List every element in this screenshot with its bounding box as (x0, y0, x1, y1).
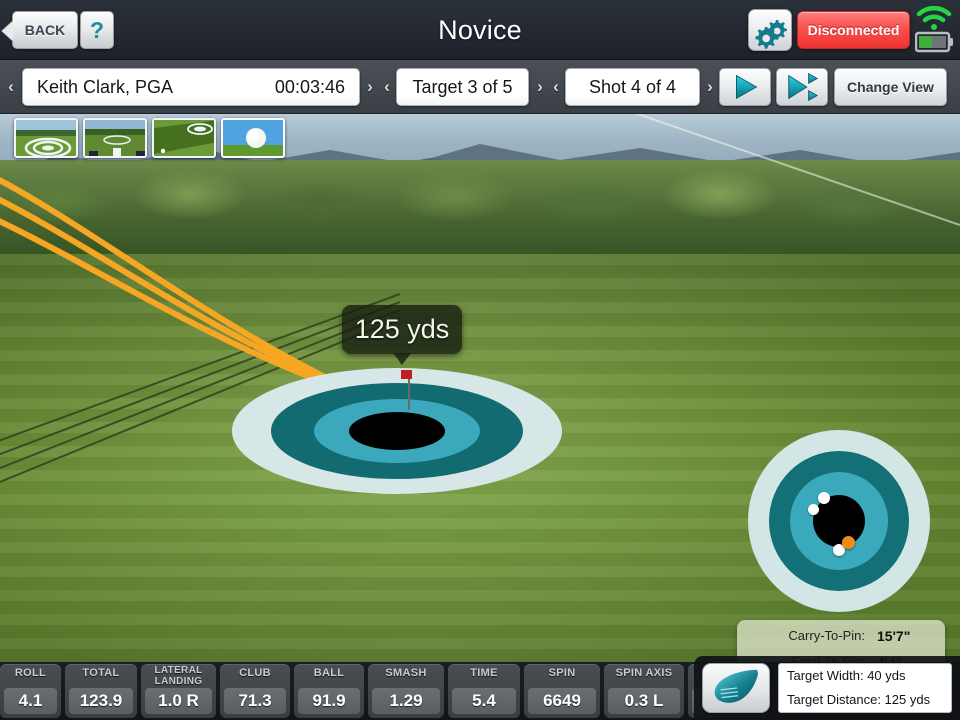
stat-club[interactable]: CLUB 71.3 (220, 664, 290, 718)
stat-value: 123.9 (69, 688, 133, 714)
question-mark-icon: ? (89, 17, 105, 43)
shot-dot (808, 504, 819, 515)
stat-label: LATERAL LANDING (154, 665, 203, 687)
stat-label: TOTAL (82, 667, 120, 679)
stat-time[interactable]: TIME 5.4 (448, 664, 520, 718)
stat-label: TIME (470, 667, 498, 679)
stat-value: 1.29 (372, 688, 440, 714)
shot-prev-chevron[interactable]: ‹ (549, 60, 563, 114)
current-shot-dot (842, 536, 855, 549)
player-next-chevron[interactable]: › (363, 60, 377, 114)
target-counter-field[interactable]: Target 3 of 5 (396, 68, 529, 106)
stat-spin[interactable]: SPIN 6649 (524, 664, 600, 718)
target-width-label: Target Width: 40 yds (787, 668, 906, 683)
shot-dot (818, 492, 830, 504)
stat-value: 1.0 R (145, 688, 212, 714)
change-view-label: Change View (847, 79, 934, 95)
golf-club-icon (714, 669, 759, 703)
play-button[interactable] (719, 68, 771, 106)
help-button[interactable]: ? (80, 11, 114, 49)
stat-label: SMASH (385, 667, 427, 679)
stat-label: SPIN (548, 667, 576, 679)
club-target-overlay: Target Width: 40 yds Target Distance: 12… (694, 656, 960, 720)
shot-dispersion-radar (748, 430, 930, 612)
info-row: Carry-To-Pin: 15'7" (737, 623, 935, 649)
back-button[interactable]: BACK (12, 11, 78, 49)
golf-simulator-app: 125 yds Carry-To-Pin: 15'7" Final-To-Pin… (0, 0, 960, 720)
stat-spin-axis[interactable]: SPIN AXIS 0.3 L (604, 664, 684, 718)
play-icon (736, 74, 758, 100)
stat-total[interactable]: TOTAL 123.9 (65, 664, 137, 718)
stat-label: SPIN AXIS (615, 667, 673, 679)
battery-icon (915, 31, 953, 53)
ground-target (232, 366, 562, 496)
shot-next-chevron[interactable]: › (703, 60, 717, 114)
stat-ball[interactable]: BALL 91.9 (294, 664, 364, 718)
stat-label: ROLL (14, 667, 47, 679)
change-view-button[interactable]: Change View (834, 68, 947, 106)
target-distance-label: Target Distance: 125 yds (787, 692, 931, 707)
view-thumb-target-overhead[interactable] (14, 118, 78, 158)
play-all-icon (788, 72, 819, 102)
stat-value: 6649 (528, 688, 596, 714)
stat-smash[interactable]: SMASH 1.29 (368, 664, 444, 718)
stat-roll[interactable]: ROLL 4.1 (0, 664, 61, 718)
player-prev-chevron[interactable]: ‹ (4, 60, 18, 114)
target-info-box: Target Width: 40 yds Target Distance: 12… (778, 663, 952, 713)
stat-value: 0.3 L (608, 688, 680, 714)
distance-callout-label: 125 yds (354, 314, 450, 344)
carry-to-pin-label: Carry-To-Pin: (788, 628, 865, 643)
player-name: Keith Clark, PGA (37, 77, 174, 97)
connection-status-label: Disconnected (807, 22, 900, 38)
navigation-toolbar: ‹ Keith Clark, PGA 00:03:46 › ‹ Target 3… (0, 60, 960, 114)
view-thumb-tee[interactable] (83, 118, 147, 158)
carry-to-pin-value: 15'7" (877, 628, 911, 644)
target-counter-label: Target 3 of 5 (412, 77, 513, 97)
club-button[interactable] (702, 663, 770, 713)
session-timer: 00:03:46 (274, 77, 345, 97)
stat-value: 5.4 (452, 688, 516, 714)
view-thumbnail-strip[interactable] (14, 118, 285, 158)
app-header: Novice BACK ? Disconnected (0, 0, 960, 60)
stat-label: CLUB (239, 667, 271, 679)
stat-value: 71.3 (224, 688, 286, 714)
target-next-chevron[interactable]: › (533, 60, 547, 114)
view-thumb-side[interactable] (152, 118, 216, 158)
target-ring-center (349, 412, 445, 450)
pin-flag (401, 370, 412, 379)
gear-icon (755, 20, 787, 49)
distance-callout: 125 yds (342, 305, 462, 365)
shot-counter-label: Shot 4 of 4 (588, 77, 677, 97)
play-all-button[interactable] (776, 68, 828, 106)
stat-value: 91.9 (298, 688, 360, 714)
simulator-scene: 125 yds Carry-To-Pin: 15'7" Final-To-Pin… (0, 114, 960, 720)
settings-button[interactable] (748, 9, 792, 51)
player-field[interactable]: Keith Clark, PGA 00:03:46 (22, 68, 360, 106)
stat-lateral-landing[interactable]: LATERAL LANDING 1.0 R (141, 664, 216, 718)
view-thumb-ball[interactable] (221, 118, 285, 158)
connection-status-button[interactable]: Disconnected (797, 11, 910, 49)
wifi-icon (916, 5, 952, 30)
stat-label: BALL (313, 667, 345, 679)
target-prev-chevron[interactable]: ‹ (380, 60, 394, 114)
stat-value: 4.1 (4, 688, 57, 714)
back-button-label: BACK (24, 22, 66, 38)
shot-counter-field[interactable]: Shot 4 of 4 (565, 68, 700, 106)
